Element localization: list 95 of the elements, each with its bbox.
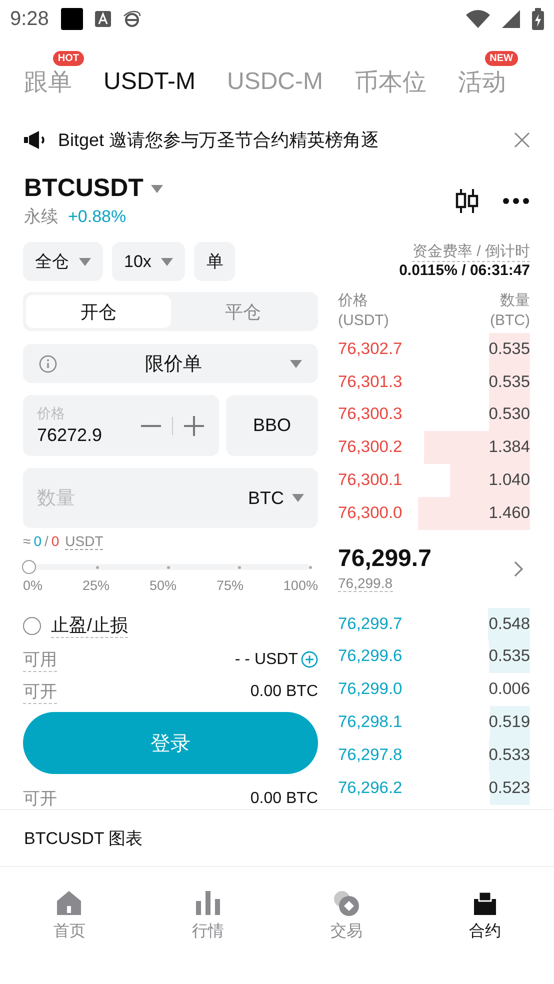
quantity-placeholder: 数量 [37, 487, 76, 512]
openable-label: 可开 [23, 786, 57, 809]
bid-price: 76,298.1 [338, 713, 402, 732]
openable-value: 0.00 BTC [250, 790, 318, 808]
estimate-unit: USDT [65, 533, 104, 550]
quantity-field[interactable]: 数量 BTC [23, 468, 318, 528]
more-icon[interactable] [502, 197, 530, 205]
status-time: 9:28 [10, 8, 49, 30]
quantity-unit: (BTC) [490, 312, 530, 329]
bid-price: 76,297.8 [338, 746, 402, 765]
chart-link[interactable]: BTCUSDT 图表 [24, 826, 143, 850]
approx-sign: ≈ [23, 533, 31, 550]
tp-sl-label[interactable]: 止盈/止损 [51, 613, 128, 638]
ask-price: 76,300.2 [338, 438, 402, 458]
ask-price: 76,301.3 [338, 372, 402, 392]
available-value: - - USDT [234, 650, 298, 669]
close-icon[interactable] [514, 132, 530, 148]
caret-icon [79, 258, 91, 266]
bid-price: 76,299.7 [338, 614, 402, 634]
candlestick-icon[interactable] [454, 188, 480, 214]
tab-badge: HOT [52, 51, 84, 66]
order-quantity: 1.384 [424, 431, 530, 464]
quantity-header: 数量 [500, 291, 530, 310]
price-label: 价格 [37, 405, 66, 424]
contract-type: 永续 [24, 206, 58, 228]
percent-label: 75% [216, 578, 244, 594]
percent-label: 100% [283, 578, 318, 594]
caret-icon [161, 258, 174, 266]
caret-icon [292, 494, 304, 502]
order-type-dropdown[interactable]: 限价单 [23, 344, 318, 384]
home-icon [55, 889, 84, 917]
nav-tab[interactable]: 合约 [430, 889, 540, 942]
leverage-dropdown[interactable]: 10x [112, 242, 186, 282]
mark-price: 76,299.8 [338, 575, 392, 592]
separator: / [44, 533, 48, 550]
bid-price: 76,296.2 [338, 778, 402, 798]
market-tab[interactable]: USDT-M [104, 68, 196, 96]
order-quantity: 0.523 [490, 772, 530, 805]
margin-mode-dropdown[interactable]: 全仓 [23, 242, 103, 282]
openable-label: 可开 [23, 680, 57, 704]
plus-icon[interactable] [183, 414, 205, 437]
ask-price: 76,300.0 [338, 504, 402, 523]
bid-price: 76,299.6 [338, 647, 402, 666]
funding-value: 0.0115% / 06:31:47 [399, 262, 530, 279]
wifi-icon [466, 10, 490, 28]
order-quantity: 0.530 [489, 398, 530, 432]
notice-text: Bitget 邀请您参与万圣节合约精英榜角逐 [58, 129, 380, 152]
signal-icon [502, 10, 520, 28]
funding-label: 资金费率 / 倒计时 [412, 242, 530, 262]
price-change: +0.88% [68, 207, 126, 227]
price-value: 76272.9 [37, 425, 104, 446]
ask-price: 76,302.7 [338, 340, 402, 359]
percent-label: 50% [149, 578, 176, 594]
notification-square-icon [60, 8, 83, 30]
order-quantity: 0.519 [490, 706, 530, 739]
caret-icon [290, 360, 302, 368]
ask-price: 76,300.1 [338, 471, 402, 490]
battery-icon [532, 8, 544, 30]
percent-label: 25% [82, 578, 110, 594]
order-quantity: 0.533 [489, 738, 530, 772]
symbol-name[interactable]: BTCUSDT [24, 174, 144, 203]
megaphone-icon [24, 131, 46, 149]
bid-price: 76,299.0 [338, 680, 402, 700]
percent-label: 0% [23, 578, 43, 594]
slider-thumb[interactable] [22, 560, 36, 574]
order-quantity: 0.535 [488, 640, 530, 674]
long-estimate: 0 [34, 533, 42, 550]
price-header: 价格 [338, 291, 369, 310]
info-icon [39, 354, 57, 373]
order-quantity: 1.460 [418, 496, 530, 530]
available-label: 可用 [23, 648, 57, 672]
price-unit: (USDT) [338, 312, 389, 329]
last-price: 76,299.7 [338, 545, 432, 574]
order-quantity: 0.548 [488, 608, 530, 641]
text-app-icon [94, 11, 111, 27]
add-circle-icon[interactable] [301, 651, 318, 668]
caret-icon [151, 184, 164, 192]
order-quantity: 0.535 [488, 366, 530, 399]
order-quantity: 1.040 [450, 464, 530, 497]
bbo-button[interactable]: BBO [226, 395, 318, 456]
chevron-right-icon[interactable] [514, 560, 524, 577]
browser-icon [122, 10, 141, 28]
bar-chart-icon [194, 889, 222, 917]
order-quantity: 0.006 [488, 679, 530, 700]
price-field[interactable]: 价格 76272.9 [23, 395, 219, 456]
coins-icon [332, 889, 360, 917]
position-mode-button[interactable]: 单 [194, 242, 236, 282]
short-estimate: 0 [51, 533, 60, 550]
tab-badge: NEW [484, 51, 518, 66]
tp-sl-radio[interactable] [23, 616, 41, 635]
openable-value: 0.00 BTC [250, 682, 318, 701]
ask-price: 76,300.3 [338, 405, 402, 424]
side-tab[interactable]: 开仓 [26, 295, 170, 328]
order-quantity: 0.535 [488, 333, 530, 366]
unit-dropdown[interactable]: BTC [248, 488, 304, 509]
